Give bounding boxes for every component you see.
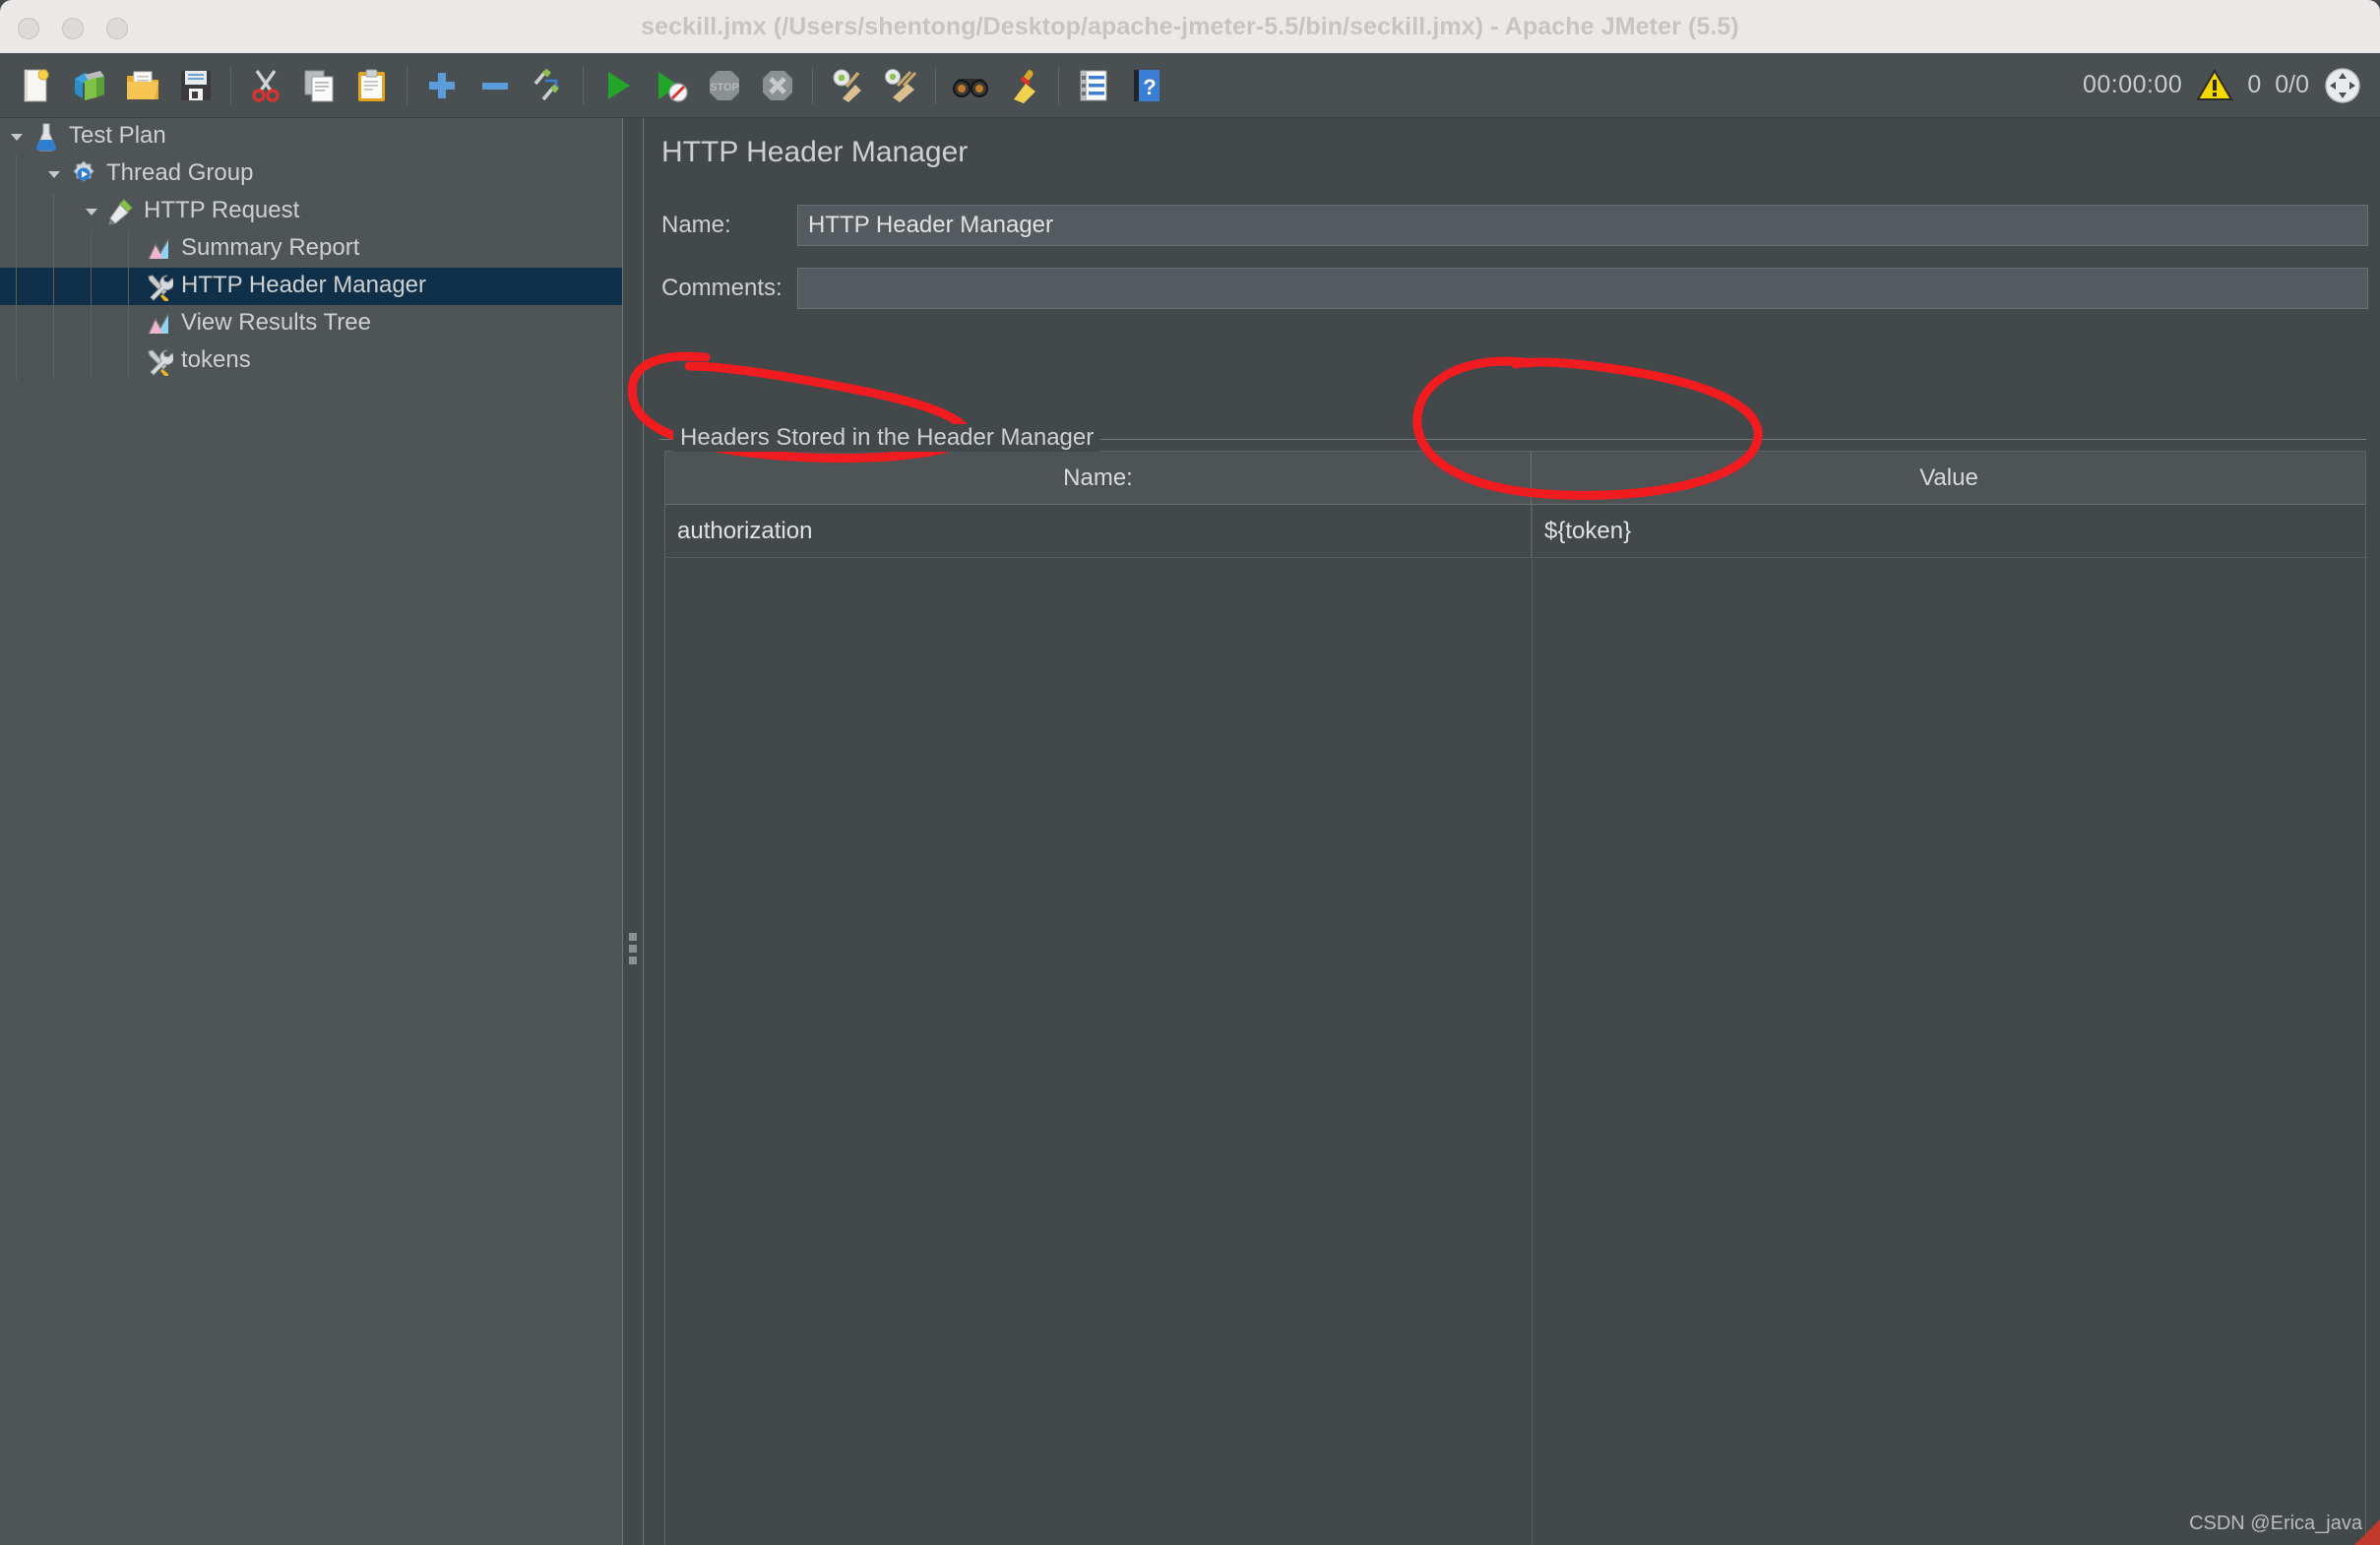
toolbar-icon-group: STOP ? (10, 53, 1173, 117)
header-manager-editor: HTTP Header Manager Name: Comments: Head… (644, 118, 2380, 1545)
toolbar-separator (935, 66, 936, 104)
svg-text:STOP: STOP (710, 82, 739, 93)
jmeter-window: seckill.jmx (/Users/shentong/Desktop/apa… (0, 0, 2380, 1545)
toggle-icon[interactable] (522, 53, 575, 117)
thread-counter: 0/0 (2275, 71, 2309, 98)
headers-group-legend: Headers Stored in the Header Manager (673, 424, 1101, 452)
panel-splitter[interactable] (622, 118, 644, 1545)
title-bar: seckill.jmx (/Users/shentong/Desktop/apa… (0, 0, 2380, 53)
watermark: CSDN @Erica_java (2189, 1513, 2362, 1534)
start-icon[interactable] (592, 53, 645, 117)
view-results-tree-icon (142, 309, 175, 339)
expand-all-icon[interactable] (415, 53, 469, 117)
cut-icon[interactable] (239, 53, 292, 117)
help-icon[interactable]: ? (1120, 53, 1173, 117)
header-manager-icon (142, 272, 175, 301)
tree-item-http-request[interactable]: HTTP Request (0, 193, 622, 230)
name-label: Name: (661, 212, 731, 238)
cell-header-value[interactable]: ${token} (1533, 505, 2365, 557)
tree-item-label: Test Plan (69, 122, 166, 149)
new-icon[interactable] (10, 53, 63, 117)
splitter-grip[interactable] (629, 933, 637, 964)
window-title: seckill.jmx (/Users/shentong/Desktop/apa… (641, 13, 1739, 40)
name-input[interactable] (797, 205, 2368, 246)
http-request-icon (104, 197, 138, 226)
test-plan-icon (30, 122, 63, 152)
tree-item-label: Thread Group (106, 159, 254, 186)
reset-search-icon[interactable] (997, 53, 1050, 117)
tree-item-thread-group[interactable]: Thread Group (0, 155, 622, 193)
toolbar-status-group: 00:00:00 0 0/0 (2083, 53, 2362, 117)
collapse-all-icon[interactable] (469, 53, 522, 117)
tree-item-label: HTTP Request (144, 197, 300, 223)
table-header-row: Name: Value (665, 452, 2365, 505)
summary-report-icon (142, 234, 175, 264)
column-header-value[interactable]: Value (1533, 452, 2365, 504)
comments-input[interactable] (797, 268, 2368, 309)
shutdown-icon[interactable] (751, 53, 804, 117)
cell-header-name[interactable]: authorization (665, 505, 1532, 557)
threads-status-icon[interactable] (2323, 66, 2362, 105)
save-icon[interactable] (169, 53, 222, 117)
tree-item-view-results-tree[interactable]: View Results Tree (0, 305, 622, 342)
function-helper-icon[interactable] (1067, 53, 1120, 117)
warning-count: 0 (2247, 71, 2262, 98)
comments-label: Comments: (661, 275, 783, 301)
start-no-pauses-icon[interactable] (645, 53, 698, 117)
page-title: HTTP Header Manager (661, 136, 969, 168)
copy-icon[interactable] (292, 53, 345, 117)
search-icon[interactable] (944, 53, 997, 117)
warning-triangle-icon[interactable] (2196, 68, 2234, 102)
header-manager-icon (142, 346, 175, 376)
open-icon[interactable] (116, 53, 169, 117)
toolbar-separator (812, 66, 813, 104)
clear-all-icon[interactable] (874, 53, 927, 117)
expand-twisty-icon[interactable] (4, 118, 30, 155)
clear-icon[interactable] (821, 53, 874, 117)
elapsed-timer: 00:00:00 (2083, 71, 2183, 98)
toolbar: STOP ? 00:00:00 0 0/0 (0, 53, 2380, 118)
name-field-row: Name: (661, 205, 2368, 246)
tree-item-label: tokens (181, 346, 251, 373)
table-row[interactable]: authorization ${token} (665, 505, 2365, 558)
expand-twisty-icon[interactable] (41, 155, 67, 193)
paste-icon[interactable] (345, 53, 399, 117)
tree-item-test-plan[interactable]: Test Plan (0, 118, 622, 155)
tree-item-tokens[interactable]: tokens (0, 342, 622, 380)
toolbar-separator (583, 66, 584, 104)
tree-item-http-header-manager[interactable]: HTTP Header Manager (0, 268, 622, 305)
tree-item-label: HTTP Header Manager (181, 272, 426, 298)
toolbar-separator (1058, 66, 1059, 104)
svg-text:?: ? (1143, 75, 1156, 99)
comments-field-row: Comments: (661, 268, 2368, 309)
tree-item-label: Summary Report (181, 234, 360, 261)
stop-icon[interactable]: STOP (698, 53, 751, 117)
toolbar-separator (230, 66, 231, 104)
expand-twisty-icon[interactable] (79, 193, 104, 230)
templates-icon[interactable] (63, 53, 116, 117)
tree-item-summary-report[interactable]: Summary Report (0, 230, 622, 268)
headers-group: Headers Stored in the Header Manager Nam… (659, 424, 2366, 1545)
column-divider[interactable] (1532, 505, 1533, 1545)
tree-item-label: View Results Tree (181, 309, 371, 336)
headers-table[interactable]: Name: Value authorization ${token} (664, 451, 2366, 1545)
test-plan-tree[interactable]: Test Plan Thread Group HTTP Request Summ… (0, 118, 622, 1545)
column-header-name[interactable]: Name: (665, 452, 1532, 504)
thread-group-icon (67, 159, 100, 189)
